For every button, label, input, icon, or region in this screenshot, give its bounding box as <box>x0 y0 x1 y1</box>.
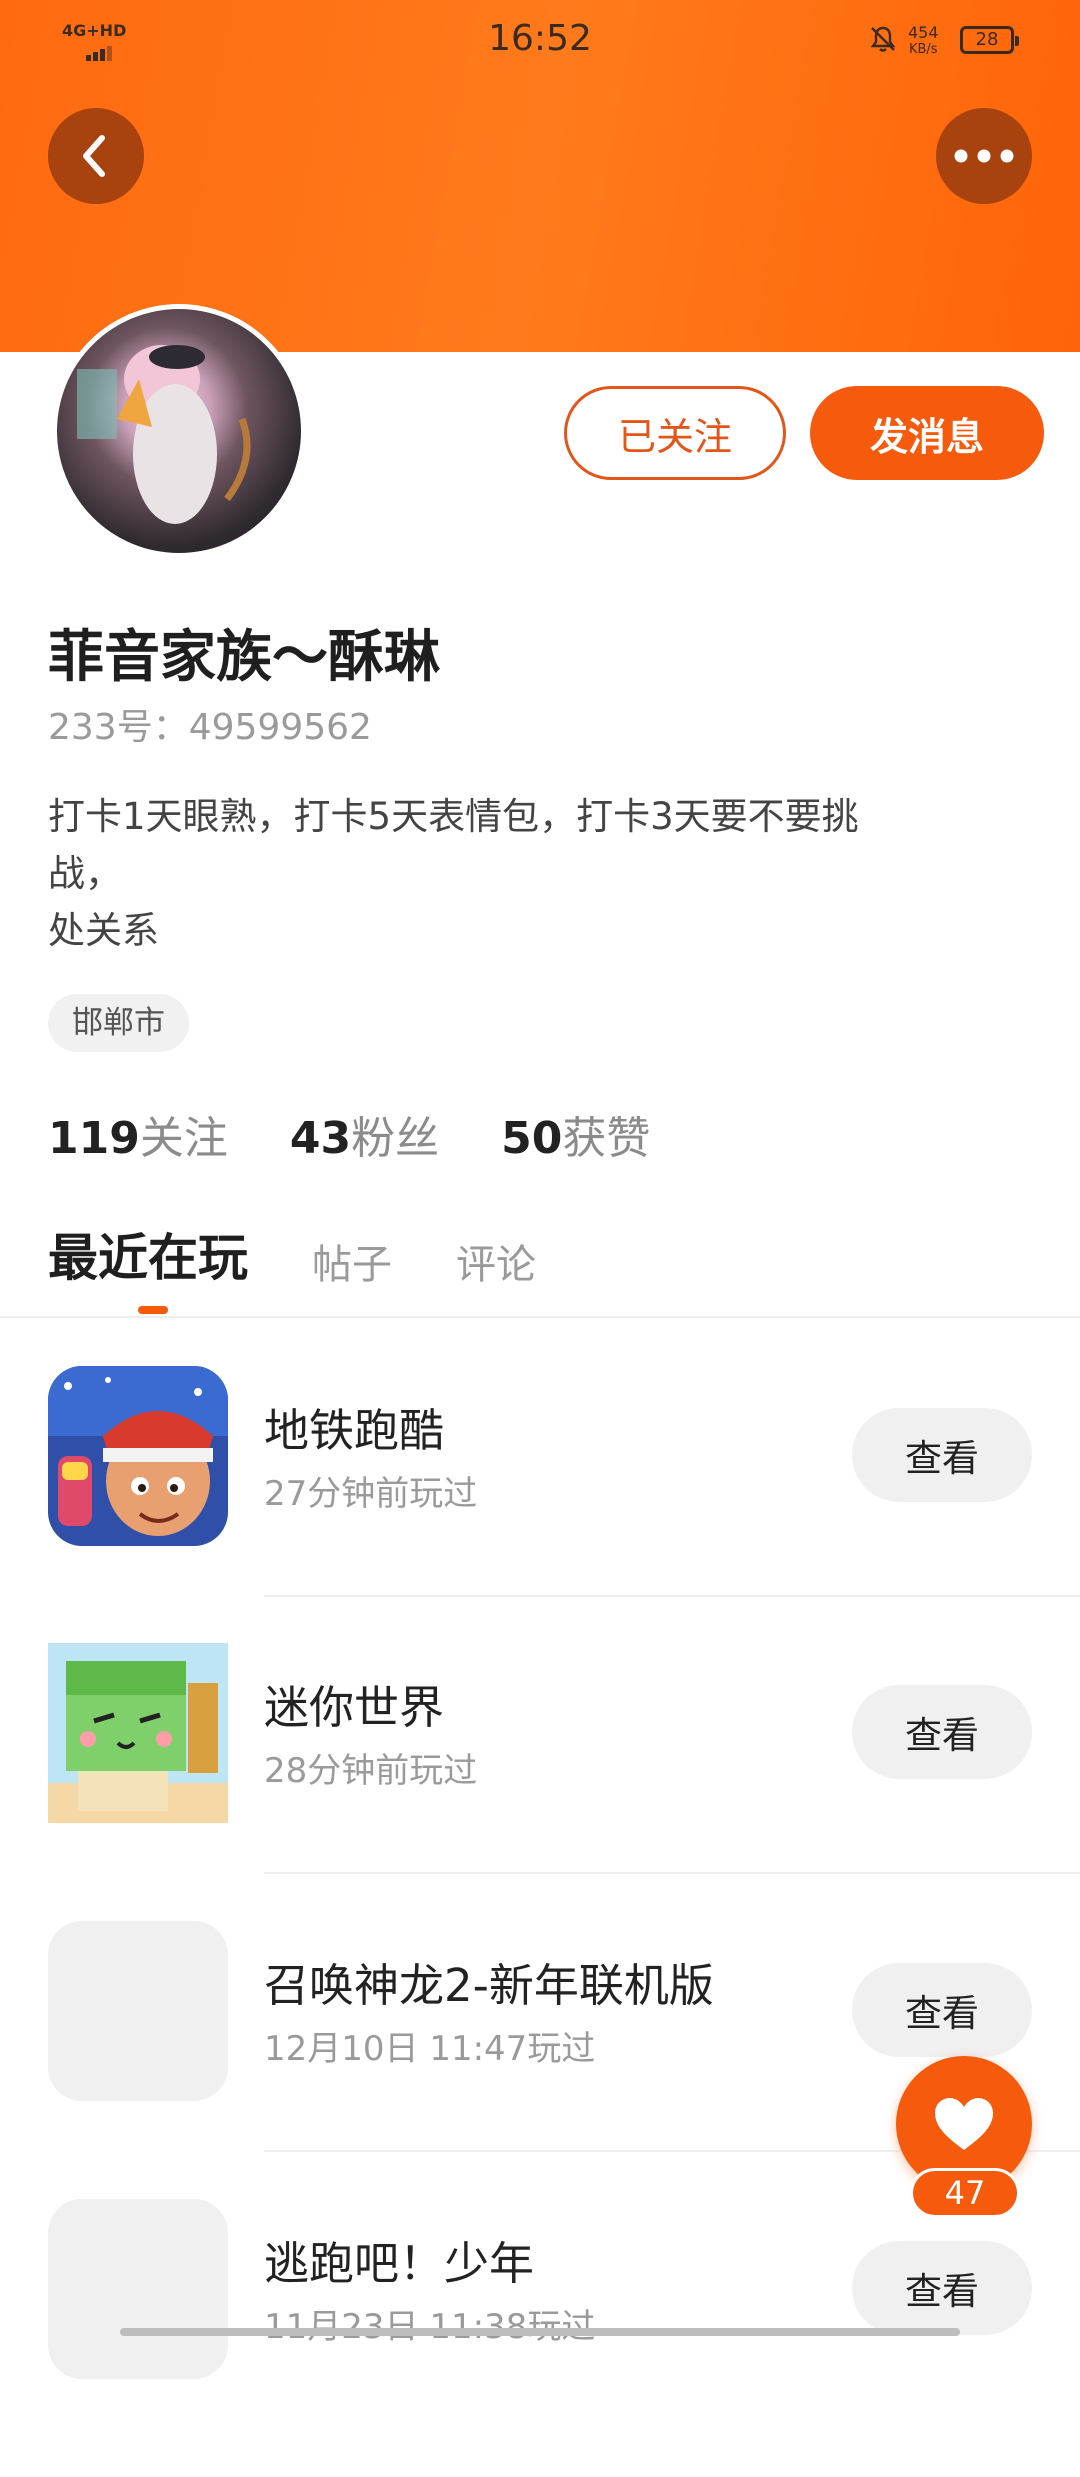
game-title: 逃跑吧！少年 <box>264 2237 535 2290</box>
profile-name: 菲音家族～酥琳 <box>48 625 440 690</box>
followed-button[interactable]: 已关注 <box>564 386 786 480</box>
game-last-played: 28分钟前玩过 <box>264 1751 478 1791</box>
view-button[interactable]: 查看 <box>852 1408 1032 1502</box>
status-bar: 4G+HD 16:52 454 KB/s 28 <box>0 0 1080 84</box>
profile-stats: 119关注 43粉丝 50获赞 <box>48 1102 712 1166</box>
divider <box>0 1316 1080 1318</box>
active-tab-indicator <box>138 1306 168 1314</box>
back-button[interactable] <box>48 108 144 204</box>
view-button[interactable]: 查看 <box>852 1685 1032 1779</box>
avatar[interactable] <box>52 304 306 558</box>
mini-world-icon <box>48 1643 228 1823</box>
placeholder-icon <box>48 1921 228 2101</box>
divider <box>264 1872 1080 1874</box>
mute-bell-icon <box>870 26 896 52</box>
view-button[interactable]: 查看 <box>852 1963 1032 2057</box>
heart-icon <box>935 2098 993 2150</box>
game-title: 召唤神龙2-新年联机版 <box>264 1959 714 2012</box>
list-item[interactable]: 迷你世界 28分钟前玩过 查看 <box>0 1643 1080 1921</box>
more-options-button[interactable] <box>936 108 1032 204</box>
list-item[interactable]: 地铁跑酷 27分钟前玩过 查看 <box>0 1366 1080 1644</box>
user-id: 233号：49599562 <box>48 707 372 748</box>
game-last-played: 27分钟前玩过 <box>264 1474 478 1514</box>
send-message-button[interactable]: 发消息 <box>810 386 1044 480</box>
tab-recently-played[interactable]: 最近在玩 <box>48 1218 248 1290</box>
divider <box>264 1595 1080 1597</box>
stat-following[interactable]: 119关注 <box>48 1102 228 1166</box>
home-indicator[interactable] <box>120 2328 960 2336</box>
view-button[interactable]: 查看 <box>852 2241 1032 2335</box>
chevron-left-icon <box>83 135 105 177</box>
subway-surfers-icon <box>48 1366 228 1546</box>
like-count: 47 <box>910 2168 1020 2218</box>
stat-followers[interactable]: 43粉丝 <box>290 1102 439 1166</box>
battery-icon: 28 <box>960 26 1019 54</box>
game-last-played: 11月23日 11:38玩过 <box>264 2307 596 2347</box>
game-title: 迷你世界 <box>264 1681 445 1734</box>
tab-posts[interactable]: 帖子 <box>312 1232 392 1290</box>
more-dots-icon <box>954 149 1014 163</box>
placeholder-icon <box>48 2199 228 2379</box>
game-last-played: 12月10日 11:47玩过 <box>264 2029 596 2069</box>
list-item[interactable]: 逃跑吧！少年 11月23日 11:38玩过 查看 <box>0 2199 1080 2477</box>
tab-comments[interactable]: 评论 <box>456 1232 536 1290</box>
profile-bio: 打卡1天眼熟，打卡5天表情包，打卡3天要不要挑 战， 处关系 <box>48 795 859 952</box>
profile-tabs: 最近在玩 帖子 评论 <box>48 1218 600 1290</box>
network-speed: 454 KB/s <box>908 23 939 57</box>
location-tag: 邯郸市 <box>48 994 189 1052</box>
avatar-image <box>57 309 301 553</box>
stat-likes[interactable]: 50获赞 <box>501 1102 650 1166</box>
game-title: 地铁跑酷 <box>264 1404 445 1457</box>
